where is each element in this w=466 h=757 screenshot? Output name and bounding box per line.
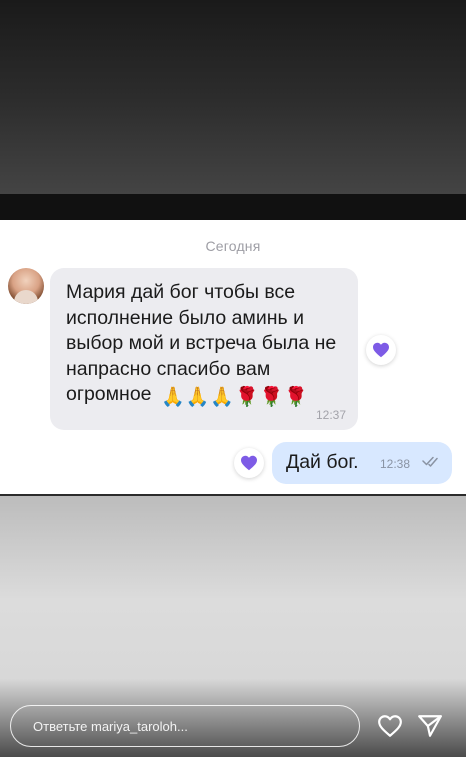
rose-emoji: 🌹	[284, 387, 308, 408]
heart-icon	[373, 342, 389, 358]
heart-icon	[241, 455, 257, 471]
outgoing-message-time: 12:38	[380, 457, 411, 471]
emoji-row: 🙏🙏🙏🌹🌹🌹	[161, 385, 309, 411]
outgoing-message-text: Дай бог.	[286, 451, 359, 473]
outgoing-message-bubble: Дай бог. 12:38	[272, 442, 452, 484]
double-check-icon	[422, 456, 438, 467]
paper-plane-icon	[418, 715, 442, 737]
incoming-reaction	[366, 335, 396, 365]
date-separator: Сегодня	[205, 238, 261, 254]
avatar	[8, 268, 44, 304]
folded-hands-emoji: 🙏	[185, 387, 210, 408]
like-button[interactable]	[374, 710, 406, 742]
outgoing-reaction	[234, 448, 264, 478]
chat-screenshot-card: Сегодня Мария дай бог чтобы все исполнен…	[0, 220, 466, 496]
rose-emoji: 🌹	[234, 387, 259, 408]
story-view: Сегодня Мария дай бог чтобы все исполнен…	[0, 0, 466, 757]
story-top-background	[0, 0, 466, 194]
incoming-message-time: 12:37	[315, 408, 346, 422]
folded-hands-emoji: 🙏	[160, 387, 185, 408]
reply-input[interactable]: Ответьте mariya_taroloh...	[10, 705, 360, 747]
incoming-message-bubble: Мария дай бог чтобы все исполнение было …	[50, 268, 358, 430]
folded-hands-emoji: 🙏	[210, 387, 234, 408]
send-button[interactable]	[414, 710, 446, 742]
reply-placeholder: Ответьте mariya_taroloh...	[33, 718, 188, 734]
heart-icon	[378, 715, 402, 737]
story-top-strip	[0, 194, 466, 220]
rose-emoji: 🌹	[259, 387, 284, 408]
